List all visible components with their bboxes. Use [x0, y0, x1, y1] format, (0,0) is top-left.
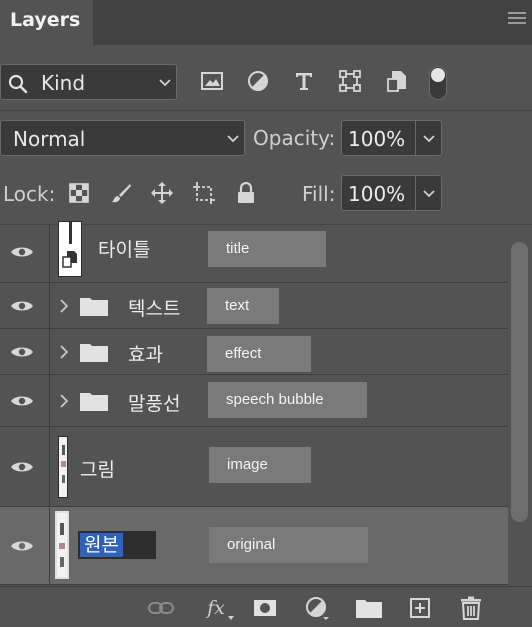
eye-icon[interactable] [10, 539, 34, 553]
new-layer-icon[interactable] [407, 596, 433, 620]
layer-annotation-tag: original [209, 527, 368, 563]
eye-icon[interactable] [10, 460, 34, 474]
new-group-folder-icon[interactable] [356, 596, 382, 620]
layer-row-effect-group[interactable]: 효과 effect [0, 329, 508, 375]
visibility-cell[interactable] [0, 427, 50, 506]
divider [0, 110, 532, 111]
visibility-cell[interactable] [0, 375, 50, 426]
layer-name-selected-text[interactable]: 원본 [80, 533, 123, 557]
layer-name[interactable]: 효과 [128, 340, 163, 367]
search-icon [8, 74, 28, 94]
eye-icon[interactable] [10, 245, 34, 259]
tab-layers-label: Layers [10, 9, 81, 31]
folder-icon [80, 298, 108, 316]
fill-dropdown[interactable] [416, 175, 442, 211]
eye-icon[interactable] [10, 299, 34, 313]
layer-thumbnail [58, 221, 82, 277]
visibility-cell[interactable] [0, 507, 50, 584]
lock-artboard-icon[interactable] [192, 181, 216, 205]
chevron-down-icon [159, 79, 171, 87]
lock-label: Lock: [3, 182, 56, 206]
eye-icon[interactable] [10, 394, 34, 408]
lock-transparent-pixels-icon[interactable] [67, 181, 91, 205]
layer-annotation-tag: effect [207, 336, 311, 372]
filter-type-layers-icon[interactable] [291, 68, 317, 94]
link-layers-icon[interactable] [148, 596, 174, 620]
panel-menu-icon[interactable] [508, 12, 526, 26]
opacity-input[interactable]: 100% [341, 120, 416, 156]
blend-mode-select[interactable]: Normal [0, 120, 245, 156]
eye-icon[interactable] [10, 345, 34, 359]
opacity-label: Opacity: [253, 126, 336, 150]
layer-row-title[interactable]: 타이틀 title [0, 221, 508, 283]
lock-image-pixels-icon[interactable] [109, 181, 133, 205]
tab-layers[interactable]: Layers [0, 0, 93, 45]
opacity-value: 100% [348, 127, 406, 151]
filter-kind-label: Kind [41, 71, 86, 95]
layer-row-image[interactable]: 그림 image [0, 427, 508, 507]
filter-toggle[interactable] [429, 66, 447, 100]
visibility-cell[interactable] [0, 329, 50, 374]
layer-name[interactable]: 텍스트 [128, 294, 180, 321]
chevron-right-icon[interactable] [60, 345, 68, 359]
opacity-dropdown[interactable] [416, 120, 442, 156]
fill-value: 100% [348, 182, 406, 206]
visibility-cell[interactable] [0, 225, 50, 282]
chevron-right-icon[interactable] [60, 299, 68, 313]
layer-row-speech-bubble-group[interactable]: 말풍선 speech bubble [0, 375, 508, 427]
scrollbar-thumb[interactable] [511, 242, 528, 522]
layer-row-original[interactable]: 원본 original [0, 507, 508, 585]
filter-kind-select[interactable]: Kind [0, 64, 177, 100]
layer-name[interactable]: 말풍선 [128, 389, 180, 416]
fill-label: Fill: [302, 182, 336, 206]
smart-object-icon [62, 251, 77, 268]
filter-pixel-layers-icon[interactable] [199, 68, 225, 94]
delete-layer-trash-icon[interactable] [458, 596, 484, 620]
layer-row-text-group[interactable]: 텍스트 text [0, 283, 508, 329]
filter-smart-objects-icon[interactable] [384, 68, 410, 94]
chevron-down-icon [227, 135, 239, 143]
scrollbar-track[interactable] [511, 242, 528, 522]
folder-icon [80, 344, 108, 362]
layer-name-editor[interactable]: 원본 [78, 531, 156, 559]
layer-name[interactable]: 그림 [80, 455, 115, 482]
layer-thumbnail [55, 511, 69, 579]
layer-annotation-tag: title [208, 231, 326, 267]
layer-annotation-tag: text [207, 288, 279, 324]
add-mask-icon[interactable] [252, 596, 278, 620]
layer-thumbnail [58, 436, 68, 498]
blend-mode-label: Normal [13, 127, 86, 151]
filter-shape-layers-icon[interactable] [337, 68, 363, 94]
folder-icon [80, 393, 108, 411]
visibility-cell[interactable] [0, 283, 50, 328]
chevron-right-icon[interactable] [60, 394, 68, 408]
lock-all-icon[interactable] [234, 181, 258, 205]
chevron-down-icon [423, 135, 435, 143]
panel-footer: fx [0, 586, 532, 627]
lock-position-icon[interactable] [150, 181, 174, 205]
layer-annotation-tag: speech bubble [208, 382, 367, 418]
layer-annotation-tag: image [209, 447, 311, 483]
chevron-down-icon [423, 190, 435, 198]
layer-style-fx-icon[interactable]: fx [200, 596, 234, 620]
panel-header: Layers [0, 0, 532, 45]
layer-name[interactable]: 타이틀 [98, 235, 150, 262]
layers-list: 타이틀 title 텍스트 text 효과 effect 말풍선 speech … [0, 221, 510, 585]
new-adjustment-layer-icon[interactable] [304, 596, 330, 620]
fill-input[interactable]: 100% [341, 175, 416, 211]
filter-adjustment-layers-icon[interactable] [245, 68, 271, 94]
